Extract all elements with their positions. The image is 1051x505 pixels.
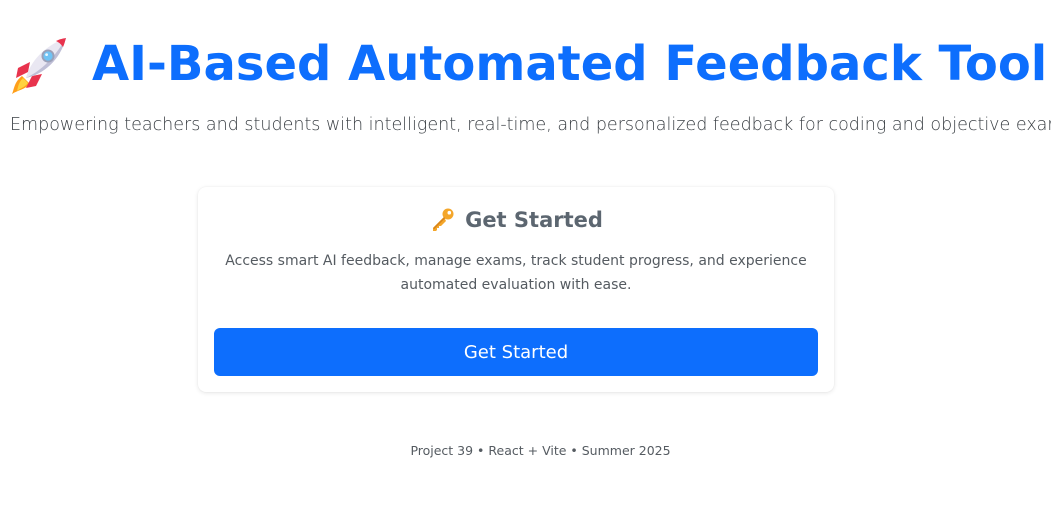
key-icon (429, 207, 455, 233)
page-header: AI-Based Automated Feedback Tool (8, 28, 1047, 100)
page-title: AI-Based Automated Feedback Tool (92, 36, 1048, 92)
get-started-card: Get Started Access smart AI feedback, ma… (198, 187, 834, 392)
page-subtitle: Empowering teachers and students with in… (10, 115, 1051, 135)
card-description: Access smart AI feedback, manage exams, … (225, 253, 807, 293)
card-heading: Get Started (198, 205, 834, 235)
rocket-icon (8, 32, 72, 96)
get-started-button[interactable]: Get Started (214, 328, 818, 376)
card-title: Get Started (465, 208, 603, 232)
footer-text: Project 39 • React + Vite • Summer 2025 (410, 443, 671, 458)
landing-page: AI-Based Automated Feedback Tool Empower… (0, 0, 1051, 505)
